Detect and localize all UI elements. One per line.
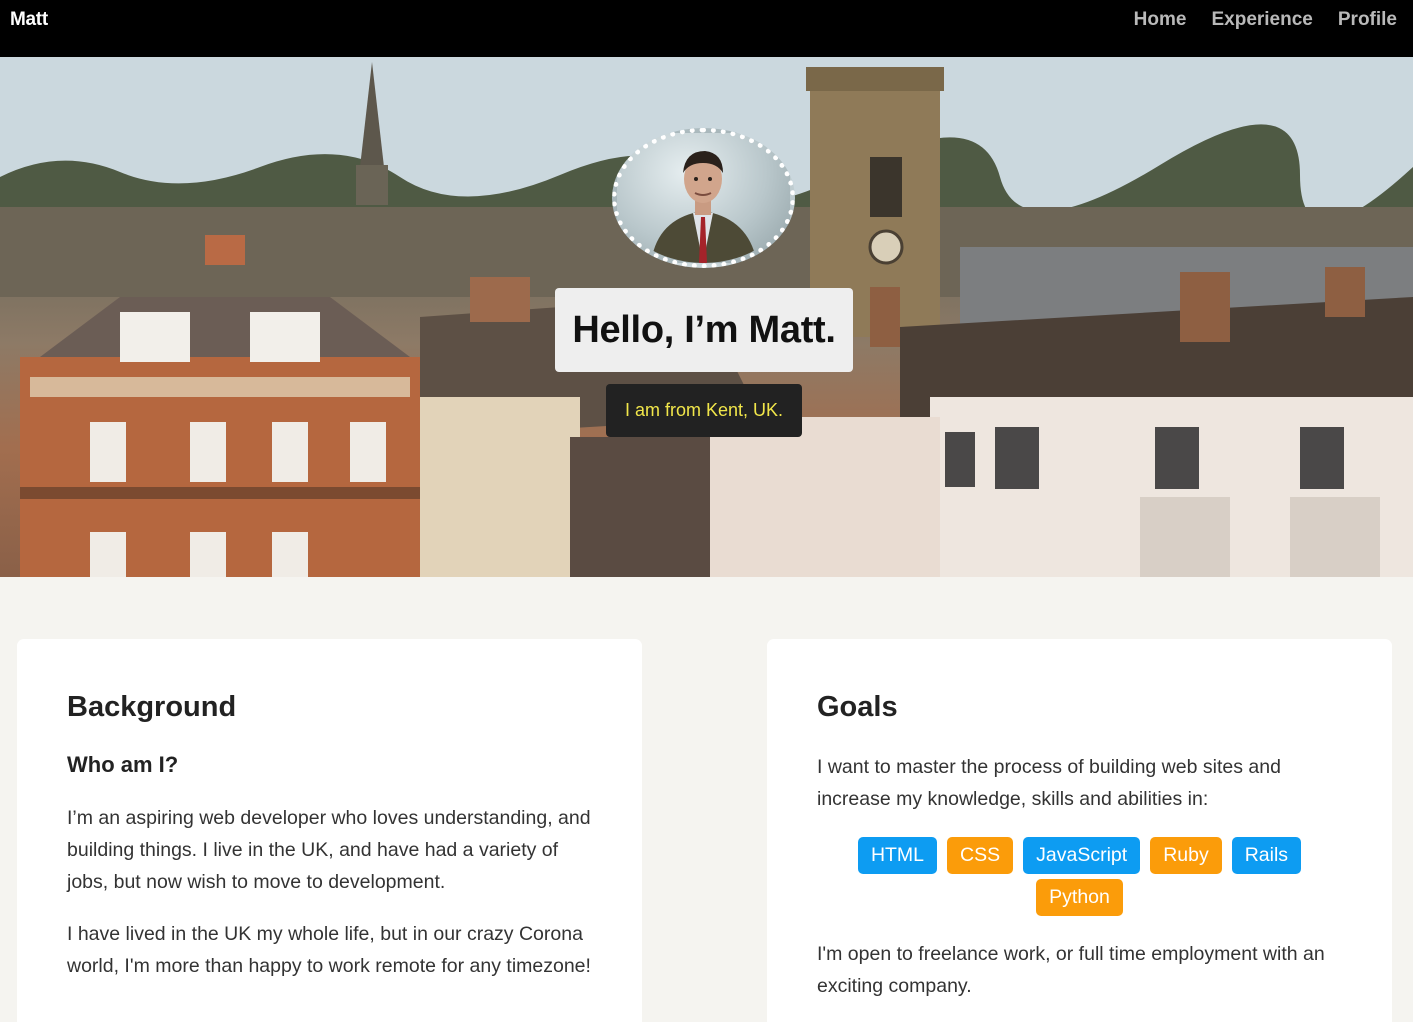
nav-link-home[interactable]: Home [1134,0,1187,40]
background-card: Background Who am I? I’m an aspiring web… [17,639,642,1022]
skill-tag-html: HTML [857,837,938,874]
skills-tag-list: HTML CSS JavaScript Ruby Rails Python [817,837,1342,916]
nav-links: Home Experience Profile [1109,0,1397,40]
skill-tag-python: Python [1036,879,1123,916]
skill-tag-rails: Rails [1231,837,1302,874]
who-am-i-heading: Who am I? [67,752,179,777]
goals-intro: I want to master the process of building… [817,756,1281,810]
background-heading: Background [67,691,237,723]
background-paragraph-1: I’m an aspiring web developer who loves … [67,807,591,893]
brand-link[interactable]: Matt [10,0,48,40]
profile-photo [651,151,757,263]
hero-title: Hello, I’m Matt. [555,288,853,372]
goals-card: Goals I want to master the process of bu… [767,639,1392,1022]
profile-avatar [612,128,795,268]
nav-link-profile[interactable]: Profile [1338,0,1397,40]
skill-tag-javascript: JavaScript [1023,837,1141,874]
hero-subtitle: I am from Kent, UK. [606,384,802,437]
navbar: Matt Home Experience Profile [0,0,1413,57]
goals-outro: I'm open to freelance work, or full time… [817,943,1325,997]
skill-tag-css: CSS [947,837,1014,874]
nav-link-experience[interactable]: Experience [1211,0,1312,40]
skill-tag-ruby: Ruby [1150,837,1222,874]
background-paragraph-2: I have lived in the UK my whole life, bu… [67,923,591,977]
hero-banner: Hello, I’m Matt. I am from Kent, UK. [0,57,1413,577]
goals-heading: Goals [817,691,898,723]
